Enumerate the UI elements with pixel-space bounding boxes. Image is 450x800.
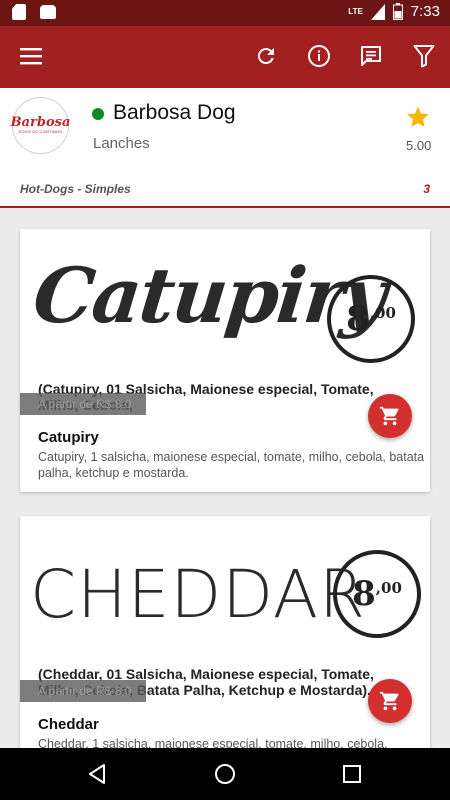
sd-card-icon: [12, 4, 26, 20]
restaurant-category: Lanches: [93, 135, 150, 152]
product-name: Catupiry: [38, 429, 99, 446]
image-price-main: 8: [346, 299, 370, 339]
cart-icon: [379, 406, 399, 426]
category-section-header[interactable]: Hot-Dogs - Simples 3: [0, 168, 450, 208]
back-icon[interactable]: [86, 762, 110, 786]
product-description: Catupiry, 1 salsicha, maionese especial,…: [38, 450, 425, 480]
battery-icon: [392, 3, 403, 20]
status-notifications: [12, 4, 56, 20]
filter-icon[interactable]: [409, 41, 439, 71]
product-list[interactable]: Catupiry 8 ,00 (Catupiry, 01 Salsicha, M…: [0, 210, 450, 748]
section-title: Hot-Dogs - Simples: [20, 182, 131, 196]
image-price-circle: 8 ,00: [333, 550, 421, 638]
android-icon: [40, 5, 56, 19]
logo-text: Barbosa: [10, 114, 71, 130]
info-icon[interactable]: [304, 41, 334, 71]
restaurant-header: Barbosa DOGS DO CANTINHO Barbosa Dog Lan…: [0, 88, 450, 168]
image-title: CHEDDAR: [30, 556, 366, 633]
network-label: LTE: [348, 7, 363, 16]
image-price-cents: ,00: [375, 579, 402, 597]
logo-subtext: DOGS DO CANTINHO: [18, 128, 63, 134]
product-image: CHEDDAR 8 ,00 (Cheddar, 01 Salsicha, Mai…: [20, 516, 430, 706]
rating-value: 5.00: [406, 138, 432, 153]
image-price-cents: ,00: [369, 304, 396, 322]
clock: 7:33: [410, 3, 440, 20]
add-to-cart-button[interactable]: [368, 679, 412, 723]
cart-icon: [379, 691, 399, 711]
restaurant-logo: Barbosa DOGS DO CANTINHO: [10, 97, 71, 154]
add-to-cart-button[interactable]: [368, 394, 412, 438]
image-price-main: 8: [352, 574, 376, 614]
status-bar: LTE 7:33: [0, 0, 450, 26]
price-badge: A partir de R$ 8,0: [20, 680, 146, 702]
product-image: Catupiry 8 ,00 (Catupiry, 01 Salsicha, M…: [20, 229, 430, 419]
online-status-dot: [92, 108, 104, 120]
menu-icon[interactable]: [16, 41, 46, 71]
image-price-circle: 8 ,00: [327, 275, 415, 363]
recents-icon[interactable]: [340, 762, 364, 786]
product-name: Cheddar: [38, 716, 99, 733]
status-indicators: LTE 7:33: [348, 3, 440, 20]
chat-icon[interactable]: [356, 41, 386, 71]
home-icon[interactable]: [213, 762, 237, 786]
toolbar: [0, 26, 450, 88]
refresh-icon[interactable]: [251, 41, 281, 71]
section-count: 3: [423, 182, 430, 196]
signal-icon: [370, 3, 385, 20]
star-icon: [407, 106, 429, 127]
product-card[interactable]: Catupiry 8 ,00 (Catupiry, 01 Salsicha, M…: [20, 229, 430, 492]
product-description: Cheddar, 1 salsicha, maionese especial, …: [38, 737, 388, 748]
system-navigation-bar: [0, 748, 450, 800]
product-card[interactable]: CHEDDAR 8 ,00 (Cheddar, 01 Salsicha, Mai…: [20, 516, 430, 748]
price-badge: A partir de R$ 8,0: [20, 393, 146, 415]
restaurant-name: Barbosa Dog: [113, 101, 236, 124]
